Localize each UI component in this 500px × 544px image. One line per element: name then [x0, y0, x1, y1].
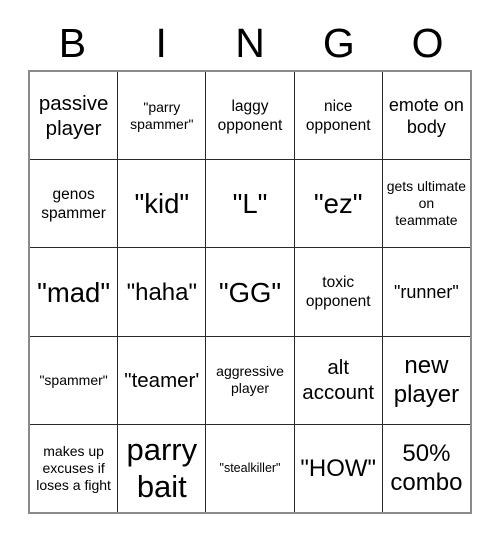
bingo-cell-label: makes up excuses if loses a fight [36, 442, 111, 493]
bingo-row: genos spammer "kid" "L" "ez" gets ultima… [30, 159, 471, 248]
bingo-cell-label: "kid" [134, 188, 190, 220]
bingo-row: "spammer" "teamer' aggressive player alt… [30, 335, 471, 424]
bingo-cell[interactable]: toxic opponent [293, 248, 382, 336]
bingo-cell[interactable]: "kid" [117, 160, 206, 248]
bingo-cell[interactable]: 50% combo [381, 424, 471, 513]
bingo-cell[interactable]: passive player [30, 72, 118, 160]
bingo-row: makes up excuses if loses a fight parry … [30, 423, 471, 513]
bingo-cell-label: "GG" [218, 276, 282, 308]
header-letter-o: O [411, 20, 444, 66]
bingo-cell[interactable]: "haha" [117, 248, 206, 336]
header-letter-g: G [322, 20, 355, 66]
bingo-cell[interactable]: "spammer" [30, 336, 118, 424]
bingo-cell[interactable]: new player [381, 336, 471, 424]
bingo-cell[interactable]: emote on body [381, 72, 471, 160]
bingo-cell[interactable]: "GG" [205, 248, 294, 336]
header-letter-n: N [235, 20, 265, 66]
bingo-cell-label: genos spammer [41, 185, 106, 222]
bingo-cell-label: passive player [38, 91, 109, 140]
bingo-cell[interactable]: makes up excuses if loses a fight [30, 424, 118, 513]
header-letter-i: I [155, 20, 167, 66]
bingo-cell[interactable]: "stealkiller" [205, 424, 294, 513]
bingo-cell-label: toxic opponent [305, 274, 371, 310]
bingo-cell-label: aggressive player [216, 363, 284, 397]
bingo-cell-label: "ez" [313, 188, 363, 220]
bingo-cell[interactable]: "L" [205, 160, 294, 248]
bingo-cell[interactable]: gets ultimate on teammate [381, 160, 471, 248]
bingo-cell-label: "stealkiller" [219, 460, 281, 475]
bingo-cell-label: emote on body [388, 94, 464, 137]
bingo-cell-label: gets ultimate on teammate [386, 178, 467, 229]
bingo-cell[interactable]: "ez" [293, 160, 382, 248]
bingo-cell-label: "teamer' [124, 368, 200, 392]
bingo-row: passive player "parry spammer" laggy opp… [30, 72, 471, 160]
bingo-cell-label: "L" [232, 188, 268, 220]
header-letter-b: B [58, 20, 87, 66]
bingo-cell[interactable]: nice opponent [293, 72, 382, 160]
bingo-cell[interactable]: "runner" [381, 248, 471, 336]
bingo-cell[interactable]: "teamer' [117, 336, 206, 424]
bingo-cell-label: parry bait [126, 432, 198, 505]
bingo-grid: passive player "parry spammer" laggy opp… [28, 70, 472, 514]
bingo-cell-label: nice opponent [305, 97, 371, 134]
bingo-row: "mad" "haha" "GG" toxic opponent "runner… [30, 247, 471, 336]
bingo-cell[interactable]: "mad" [30, 248, 118, 336]
bingo-cell[interactable]: laggy opponent [205, 72, 294, 160]
bingo-cell-label: laggy opponent [217, 97, 283, 134]
bingo-cell-label: "runner" [394, 282, 459, 302]
bingo-cell-label: new player [393, 352, 460, 409]
bingo-cell-label: "HOW" [300, 454, 377, 482]
bingo-header-row: B I N G O [28, 16, 472, 70]
bingo-cell[interactable]: "parry spammer" [117, 72, 206, 160]
bingo-cell-label: 50% combo [390, 440, 463, 497]
bingo-cell-label: "mad" [37, 276, 111, 308]
bingo-cell-label: "parry spammer" [130, 98, 194, 132]
bingo-cell-label: alt account [302, 356, 375, 405]
bingo-cell-label: "haha" [126, 278, 198, 306]
bingo-cell[interactable]: genos spammer [30, 160, 118, 248]
bingo-cell-label: "spammer" [39, 371, 108, 388]
bingo-cell[interactable]: alt account [293, 336, 382, 424]
bingo-card: B I N G O passive player "parry spammer"… [28, 16, 472, 514]
bingo-cell[interactable]: "HOW" [293, 424, 382, 513]
bingo-cell[interactable]: aggressive player [205, 336, 294, 424]
bingo-cell[interactable]: parry bait [117, 424, 206, 513]
